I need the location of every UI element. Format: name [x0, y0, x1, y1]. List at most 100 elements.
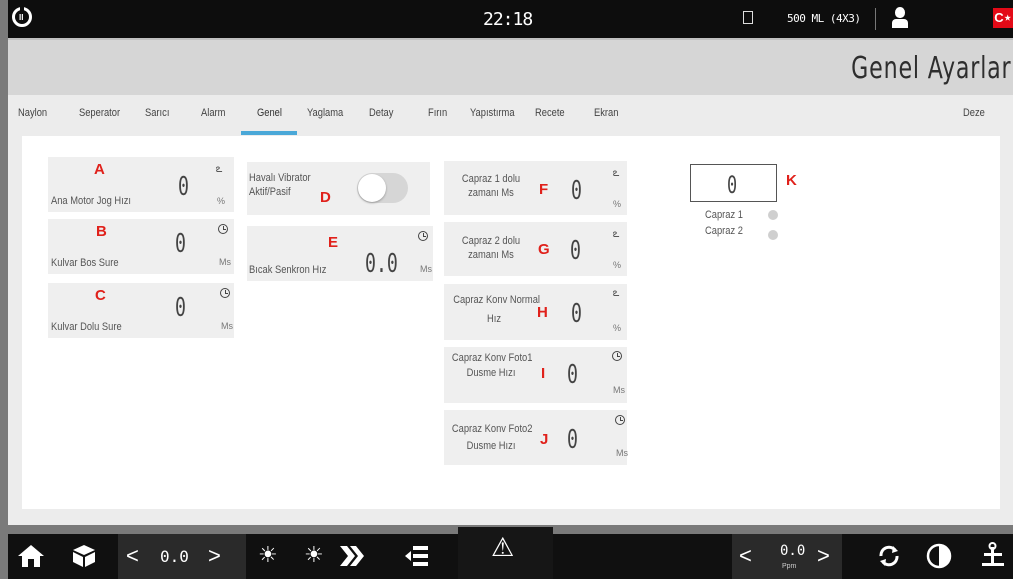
divider — [875, 8, 876, 30]
cycle-icon[interactable] — [876, 543, 902, 569]
active-tab-indicator — [241, 131, 297, 135]
clock-icon — [220, 288, 230, 298]
tab-naylon[interactable]: Naylon — [18, 107, 47, 119]
field-label-line1: Havalı Vibrator — [249, 172, 311, 184]
clipboard-icon[interactable] — [743, 11, 753, 24]
turkish-flag-icon[interactable]: C⋆ — [993, 8, 1013, 28]
toggle-knob — [358, 174, 386, 202]
field-value[interactable]: 0 — [571, 301, 582, 327]
field-unit: Ms — [616, 448, 628, 458]
field-unit: Ms — [613, 385, 625, 395]
field-label: Ana Motor Jog Hızı — [51, 195, 132, 207]
field-value[interactable]: 0 — [570, 238, 581, 264]
field-unit: Ms — [219, 257, 231, 267]
vibrator-toggle[interactable] — [357, 173, 408, 203]
capraz-value-box[interactable]: 0 — [690, 164, 777, 202]
tab-detay[interactable]: Detay — [369, 107, 393, 119]
speed-icon: ఽ — [612, 287, 620, 299]
home-icon[interactable] — [17, 543, 45, 569]
restart-icon[interactable]: II — [12, 5, 32, 27]
card-capraz-konv-normal[interactable]: Capraz Konv Normal Hız H 0 ఽ % — [444, 284, 627, 340]
speed-icon: ఽ — [612, 167, 620, 179]
step-back-icon[interactable] — [403, 545, 429, 567]
field-value[interactable]: 0.0 — [365, 251, 398, 277]
card-capraz-konv-foto2[interactable]: Capraz Konv Foto2 Dusme Hızı J 0 Ms — [444, 410, 628, 465]
left-speed-increase-icon[interactable]: > — [208, 543, 221, 569]
field-value[interactable]: 0 — [178, 174, 189, 200]
contrast-icon[interactable] — [926, 543, 952, 569]
box-icon[interactable] — [71, 543, 97, 569]
field-label-line1: Capraz 2 dolu — [461, 235, 521, 247]
field-value[interactable]: 0 — [175, 231, 186, 257]
field-label-line2: zamanı Ms — [468, 249, 514, 261]
tab-recete[interactable]: Recete — [535, 107, 565, 119]
field-label: Bıcak Senkron Hız — [249, 264, 327, 276]
field-unit: % — [613, 323, 622, 333]
speed-icon: ఽ — [612, 228, 620, 240]
speed-icon: ఽ — [215, 163, 223, 175]
light-dim-icon[interactable]: ☀ — [258, 542, 278, 568]
field-unit: % — [217, 196, 226, 206]
field-unit: Ms — [221, 321, 233, 331]
clock-icon — [218, 224, 228, 234]
marker-letter: C — [95, 287, 106, 304]
tab-firin[interactable]: Fırın — [428, 107, 447, 119]
marker-letter: G — [538, 241, 550, 258]
tab-genel[interactable]: Genel — [257, 107, 282, 119]
field-label-line2: Hız — [486, 313, 502, 325]
field-label-line2: Aktif/Pasif — [249, 186, 291, 198]
tab-alarm[interactable]: Alarm — [201, 107, 225, 119]
left-speed-decrease-icon[interactable]: < — [126, 543, 139, 569]
clock: 22:18 — [483, 9, 533, 30]
tab-seperator[interactable]: Seperator — [79, 107, 120, 119]
marker-letter: E — [328, 234, 339, 251]
tab-deze[interactable]: Deze — [963, 107, 985, 119]
field-value[interactable]: 0 — [727, 171, 737, 199]
field-value[interactable]: 0 — [567, 362, 578, 388]
recipe-label[interactable]: 500 ML (4X3) — [787, 12, 861, 25]
fast-forward-icon[interactable] — [338, 545, 364, 567]
card-capraz1-dolu[interactable]: Capraz 1 dolu zamanı Ms F 0 ఽ % — [444, 161, 627, 215]
tab-ekran[interactable]: Ekran — [594, 107, 618, 119]
card-ana-motor-jog[interactable]: A Ana Motor Jog Hızı 0 ఽ % — [48, 157, 234, 212]
tab-sarici[interactable]: Sarıcı — [145, 107, 169, 119]
marker-letter: K — [786, 172, 797, 189]
capraz-1-label: Capraz 1 — [705, 209, 743, 221]
card-havali-vibrator: Havalı Vibrator Aktif/Pasif D — [247, 162, 430, 215]
field-value[interactable]: 0 — [571, 178, 582, 204]
tab-yaglama[interactable]: Yaglama — [307, 107, 343, 119]
user-icon[interactable] — [892, 7, 908, 29]
clock-icon — [612, 351, 622, 361]
clock-icon — [615, 415, 625, 425]
field-value[interactable]: 0 — [567, 427, 578, 453]
field-label-line2: Dusme Hızı — [466, 440, 516, 452]
field-value[interactable]: 0 — [175, 295, 186, 321]
warning-icon[interactable]: ⚠ — [491, 532, 514, 563]
capraz-2-label: Capraz 2 — [705, 225, 743, 237]
card-bicak-senkron[interactable]: E Bıcak Senkron Hız 0.0 Ms — [247, 226, 433, 281]
card-capraz2-dolu[interactable]: Capraz 2 dolu zamanı Ms G 0 ఽ % — [444, 222, 627, 276]
marker-letter: D — [320, 189, 331, 206]
card-kulvar-dolu-sure[interactable]: C Kulvar Dolu Sure 0 Ms — [48, 283, 234, 338]
light-bright-icon[interactable]: ☀ — [304, 542, 324, 568]
field-unit: % — [613, 199, 622, 209]
field-unit: Ms — [420, 264, 432, 274]
marker-letter: B — [96, 223, 107, 240]
clock-icon — [418, 231, 428, 241]
marker-letter: H — [537, 304, 548, 321]
machine-settings-icon[interactable] — [980, 541, 1006, 569]
title-bar: Genel Ayarlar — [8, 38, 1013, 95]
right-speed-increase-icon[interactable]: > — [817, 543, 830, 569]
field-label: Kulvar Dolu Sure — [51, 321, 122, 333]
page-title: Genel Ayarlar — [850, 51, 1011, 86]
tab-bar: Naylon Seperator Sarıcı Alarm Genel Yagl… — [8, 95, 1013, 136]
field-unit: % — [613, 260, 622, 270]
card-capraz-konv-foto1[interactable]: Capraz Konv Foto1 Dusme Hızı I 0 Ms — [444, 347, 627, 403]
marker-letter: I — [541, 365, 546, 382]
capraz-1-indicator — [768, 210, 778, 220]
field-label-line2: Dusme Hızı — [466, 367, 516, 379]
card-kulvar-bos-sure[interactable]: B Kulvar Bos Sure 0 Ms — [48, 219, 234, 274]
alarm-tab[interactable]: ⚠ — [458, 527, 553, 579]
right-speed-decrease-icon[interactable]: < — [739, 543, 752, 569]
tab-yapistirma[interactable]: Yapıstırma — [470, 107, 515, 119]
